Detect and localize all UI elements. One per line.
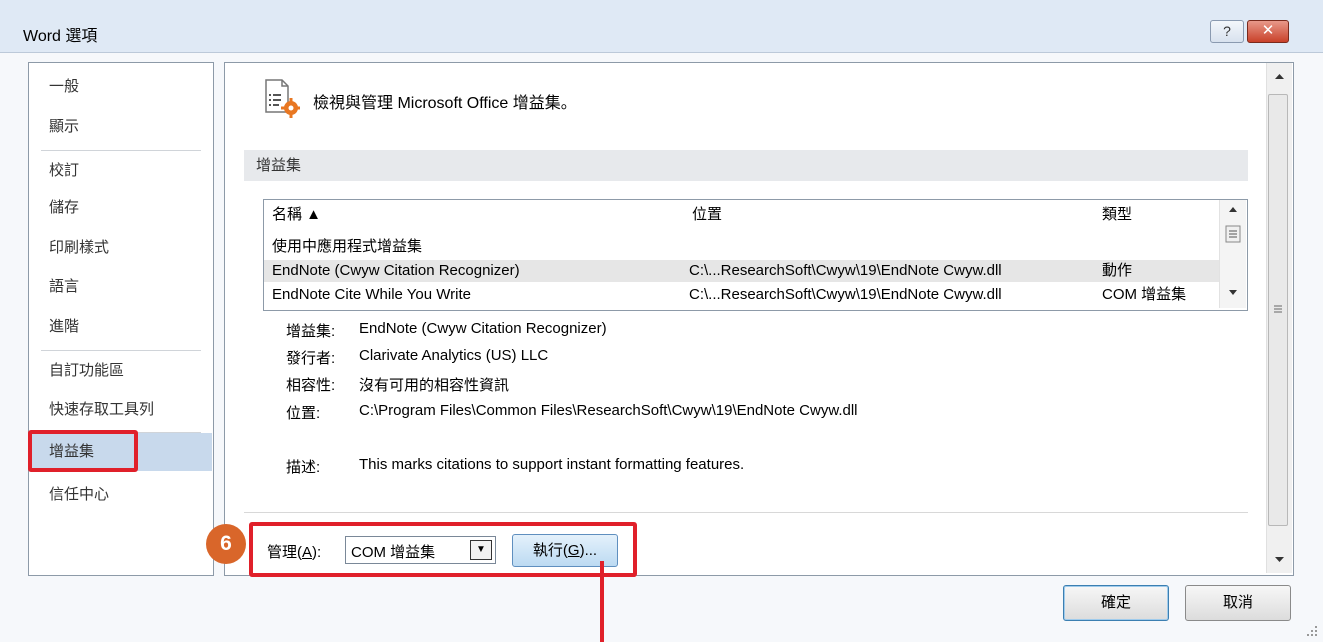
row-name: EndNote Cite While You Write [272, 286, 471, 303]
detail-compat-value: 沒有可用的相容性資訊 [359, 377, 510, 394]
sidebar-divider [41, 350, 201, 351]
column-header-type[interactable]: 類型 [1102, 200, 1132, 230]
sidebar-divider [41, 150, 201, 151]
ok-button[interactable]: 確定 [1063, 585, 1169, 621]
detail-addin-label: 增益集: [286, 323, 336, 340]
row-name: EndNote (Cwyw Citation Recognizer) [272, 262, 520, 279]
detail-location-label: 位置: [286, 405, 321, 422]
sidebar-item-customize-ribbon[interactable]: 自訂功能區 [30, 353, 212, 389]
go-label-post: )... [579, 542, 598, 559]
detail-compat-label: 相容性: [286, 377, 336, 394]
manage-label-key: A [302, 544, 313, 561]
row-type: 動作 [1102, 262, 1133, 279]
table-group-header: 使用中應用程式增益集 [264, 236, 1219, 258]
dialog-title: Word 選項 [23, 28, 98, 45]
column-header-name[interactable]: 名稱 ▲ [272, 200, 321, 230]
table-row[interactable]: EndNote Cite While You Write C:\...Resea… [264, 284, 1219, 306]
annotation-arrow [600, 561, 604, 642]
manage-divider [244, 512, 1248, 513]
table-scrollbar-arrows-icon [1225, 207, 1241, 295]
add-ins-icon [265, 79, 300, 118]
row-location: C:\...ResearchSoft\Cwyw\19\EndNote Cwyw.… [689, 262, 1002, 279]
sidebar-item-quick-access-toolbar[interactable]: 快速存取工具列 [30, 392, 212, 428]
detail-location-value: C:\Program Files\Common Files\ResearchSo… [359, 402, 858, 419]
resize-grip-icon[interactable] [1305, 624, 1319, 638]
title-bar: Word 選項 ? ✕ [0, 0, 1323, 53]
table-row[interactable]: EndNote (Cwyw Citation Recognizer) C:\..… [264, 260, 1219, 282]
manage-label-post: ): [312, 544, 322, 561]
section-title-add-ins: 增益集 [244, 150, 1248, 181]
detail-publisher-value: Clarivate Analytics (US) LLC [359, 347, 549, 364]
go-label-key: G [567, 542, 580, 559]
help-button[interactable]: ? [1210, 20, 1244, 43]
panel-scroll-thumb[interactable] [1268, 94, 1288, 526]
cancel-button[interactable]: 取消 [1185, 585, 1291, 621]
page-heading: 檢視與管理 Microsoft Office 增益集。 [313, 95, 577, 112]
row-type: COM 增益集 [1102, 286, 1187, 303]
word-options-dialog: Word 選項 ? ✕ 一般 顯示 校訂 儲存 印刷樣式 語言 進階 自訂功能區… [0, 0, 1323, 642]
row-location: C:\...ResearchSoft\Cwyw\19\EndNote Cwyw.… [689, 286, 1002, 303]
manage-dropdown[interactable]: COM 增益集 ▼ [345, 536, 496, 564]
step-badge: 6 [206, 524, 246, 564]
sidebar-item-advanced[interactable]: 進階 [30, 309, 212, 345]
scroll-grip-icon [1274, 305, 1282, 313]
sidebar-highlight-box [28, 430, 138, 472]
detail-desc-label: 描述: [286, 459, 321, 476]
sidebar-item-trust-center[interactable]: 信任中心 [30, 477, 212, 513]
sidebar-item-general[interactable]: 一般 [30, 69, 212, 105]
detail-desc-value: This marks citations to support instant … [359, 456, 745, 473]
column-header-location[interactable]: 位置 [692, 200, 722, 230]
manage-dropdown-value: COM 增益集 [351, 544, 436, 561]
options-sidebar: 一般 顯示 校訂 儲存 印刷樣式 語言 進階 自訂功能區 快速存取工具列 增益集… [28, 62, 214, 576]
add-ins-panel [224, 62, 1294, 576]
add-ins-table: 名稱 ▲ 位置 類型 使用中應用程式增益集 EndNote (Cwyw Cita… [263, 199, 1248, 311]
sidebar-item-display[interactable]: 顯示 [30, 109, 212, 145]
sidebar-item-language[interactable]: 語言 [30, 269, 212, 305]
manage-label: 管理(A): [267, 541, 321, 562]
sidebar-item-typography[interactable]: 印刷樣式 [30, 230, 212, 266]
sidebar-item-save[interactable]: 儲存 [30, 190, 212, 226]
chevron-down-icon[interactable]: ▼ [470, 540, 492, 560]
go-label-pre: 執行( [532, 542, 568, 559]
sidebar-item-proofing[interactable]: 校訂 [30, 153, 212, 189]
table-scrollbar[interactable] [1219, 200, 1246, 308]
group-label: 使用中應用程式增益集 [272, 238, 423, 255]
detail-publisher-label: 發行者: [286, 350, 336, 367]
close-button[interactable]: ✕ [1247, 20, 1289, 43]
detail-addin-value: EndNote (Cwyw Citation Recognizer) [359, 320, 607, 337]
manage-label-pre: 管理( [267, 544, 302, 561]
